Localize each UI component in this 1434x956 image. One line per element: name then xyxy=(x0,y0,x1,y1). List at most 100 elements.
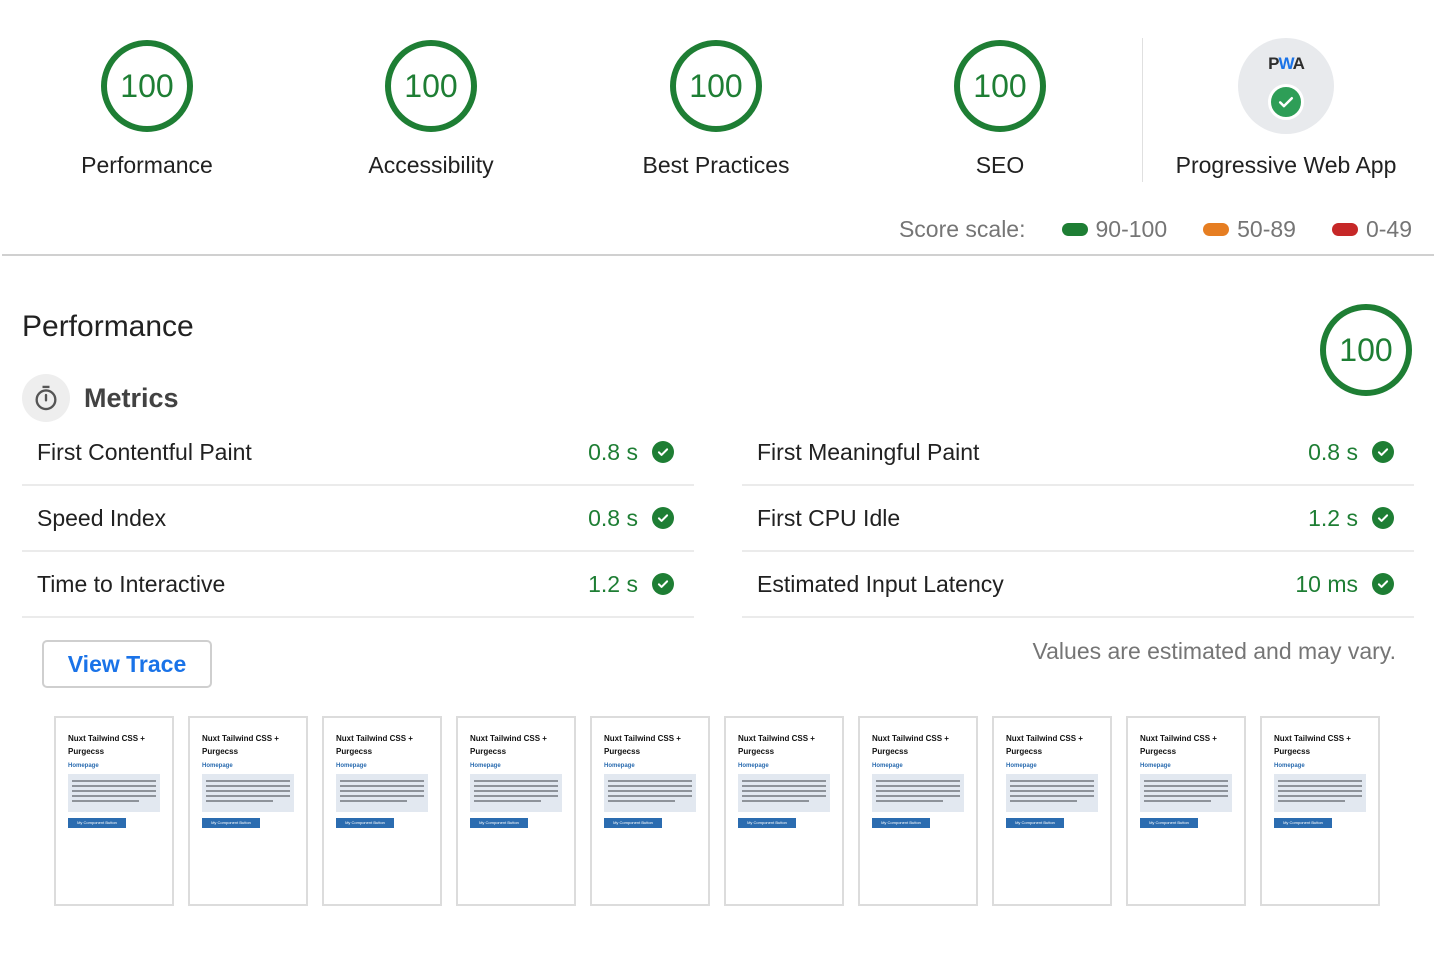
frame-link: Homepage xyxy=(604,763,635,769)
gauge-accessibility[interactable]: 100 Accessibility xyxy=(291,40,571,179)
score-ring: 100 xyxy=(1320,304,1412,396)
metric-row: First Contentful Paint 0.8 s xyxy=(22,420,694,486)
gauge-performance[interactable]: 100 Performance xyxy=(7,40,287,179)
frame-button: My Component Button xyxy=(336,818,394,828)
metrics-header: Metrics xyxy=(22,374,179,422)
frame-text-block xyxy=(1140,774,1232,812)
score-scale: Score scale: 90-100 50-89 0-49 xyxy=(899,216,1412,243)
metric-label: Speed Index xyxy=(37,504,167,531)
score-scale-label: Score scale: xyxy=(898,216,1026,242)
filmstrip-frame: Nuxt Tailwind CSS + Purgecss Homepage My C… xyxy=(992,716,1112,906)
metric-label: First Meaningful Paint xyxy=(757,438,980,465)
performance-score-gauge: 100 xyxy=(1320,304,1412,396)
filmstrip-frame: Nuxt Tailwind CSS + Purgecss Homepage My C… xyxy=(858,716,978,906)
frame-text-block xyxy=(738,774,830,812)
metric-row: First Meaningful Paint 0.8 s xyxy=(742,420,1414,486)
frame-title: Nuxt Tailwind CSS + Purgecss xyxy=(68,734,145,756)
check-circle-icon xyxy=(652,507,674,529)
metric-value: 1.2 s xyxy=(588,570,638,597)
check-circle-icon xyxy=(1372,507,1394,529)
filmstrip-frame: Nuxt Tailwind CSS + Purgecss Homepage My C… xyxy=(54,716,174,906)
frame-text-block xyxy=(202,774,294,812)
check-circle-icon xyxy=(652,441,674,463)
pass-pill-icon xyxy=(1061,223,1088,236)
frame-text-block xyxy=(336,774,428,812)
section-title: Performance xyxy=(22,310,194,343)
check-circle-icon xyxy=(1268,84,1304,120)
frame-text-block xyxy=(1006,774,1098,812)
gauge-label: Best Practices xyxy=(642,152,790,178)
filmstrip-frame: Nuxt Tailwind CSS + Purgecss Homepage My C… xyxy=(188,716,308,906)
gauge-best-practices[interactable]: 100 Best Practices xyxy=(576,40,856,179)
metric-row: First CPU Idle 1.2 s xyxy=(742,486,1414,552)
average-pill-icon xyxy=(1203,223,1230,236)
score-value: 100 xyxy=(689,67,743,104)
frame-title: Nuxt Tailwind CSS + Purgecss xyxy=(336,734,413,756)
score-value: 100 xyxy=(973,67,1027,104)
metrics-column-right: First Meaningful Paint 0.8 s First CPU I… xyxy=(742,420,1414,618)
frame-text-block xyxy=(872,774,964,812)
score-ring: 100 xyxy=(954,40,1046,132)
frame-button: My Component Button xyxy=(202,818,260,828)
metric-value: 0.8 s xyxy=(588,438,638,465)
stopwatch-icon xyxy=(22,374,70,422)
frame-link: Homepage xyxy=(1140,763,1171,769)
frame-link: Homepage xyxy=(202,763,233,769)
filmstrip-frame: Nuxt Tailwind CSS + Purgecss Homepage My C… xyxy=(1260,716,1380,906)
frame-button: My Component Button xyxy=(1006,818,1064,828)
metric-label: Time to Interactive xyxy=(37,570,226,597)
filmstrip-frame: Nuxt Tailwind CSS + Purgecss Homepage My C… xyxy=(456,716,576,906)
check-circle-icon xyxy=(1372,441,1394,463)
filmstrip-frame: Nuxt Tailwind CSS + Purgecss Homepage My C… xyxy=(590,716,710,906)
frame-button: My Component Button xyxy=(470,818,528,828)
metric-row: Estimated Input Latency 10 ms xyxy=(742,552,1414,618)
scale-pass: 90-100 xyxy=(1061,216,1167,243)
frame-link: Homepage xyxy=(1006,763,1037,769)
metric-value: 0.8 s xyxy=(588,504,638,531)
metrics-column-left: First Contentful Paint 0.8 s Speed Index… xyxy=(22,420,694,618)
frame-title: Nuxt Tailwind CSS + Purgecss xyxy=(1274,734,1351,756)
view-trace-button[interactable]: View Trace xyxy=(42,640,212,688)
check-circle-icon xyxy=(1372,573,1394,595)
gauge-label: Accessibility xyxy=(368,152,494,178)
score-ring: 100 xyxy=(670,40,762,132)
frame-text-block xyxy=(68,774,160,812)
score-value: 100 xyxy=(404,67,458,104)
scale-fail: 0-49 xyxy=(1331,216,1412,243)
filmstrip: Nuxt Tailwind CSS + Purgecss Homepage My C… xyxy=(54,716,1394,906)
frame-title: Nuxt Tailwind CSS + Purgecss xyxy=(604,734,681,756)
frame-text-block xyxy=(470,774,562,812)
gauge-label: Progressive Web App xyxy=(1175,152,1397,178)
metrics-title: Metrics xyxy=(84,382,179,413)
frame-title: Nuxt Tailwind CSS + Purgecss xyxy=(872,734,949,756)
gauge-seo[interactable]: 100 SEO xyxy=(860,40,1140,179)
score-ring: 100 xyxy=(385,40,477,132)
metric-row: Time to Interactive 1.2 s xyxy=(22,552,694,618)
frame-link: Homepage xyxy=(872,763,903,769)
frame-link: Homepage xyxy=(1274,763,1305,769)
metric-row: Speed Index 0.8 s xyxy=(22,486,694,552)
metric-value: 0.8 s xyxy=(1308,438,1358,465)
fail-pill-icon xyxy=(1331,223,1358,236)
filmstrip-frame: Nuxt Tailwind CSS + Purgecss Homepage My C… xyxy=(1126,716,1246,906)
category-summary: 100 Performance 100 Accessibility 100 Be… xyxy=(0,0,1434,200)
frame-title: Nuxt Tailwind CSS + Purgecss xyxy=(1006,734,1083,756)
metric-value: 10 ms xyxy=(1295,570,1358,597)
pwa-badge: PWA xyxy=(1238,38,1334,134)
gauge-label: Performance xyxy=(81,152,213,178)
metric-label: Estimated Input Latency xyxy=(757,570,1004,597)
frame-title: Nuxt Tailwind CSS + Purgecss xyxy=(1140,734,1217,756)
filmstrip-frame: Nuxt Tailwind CSS + Purgecss Homepage My C… xyxy=(724,716,844,906)
metrics-disclaimer: Values are estimated and may vary. xyxy=(1032,638,1397,664)
frame-button: My Component Button xyxy=(872,818,930,828)
gauge-pwa[interactable]: PWA Progressive Web App xyxy=(1146,38,1426,179)
score-value: 100 xyxy=(120,67,174,104)
frame-title: Nuxt Tailwind CSS + Purgecss xyxy=(738,734,815,756)
gauge-label: SEO xyxy=(975,152,1025,178)
check-circle-icon xyxy=(652,573,674,595)
frame-link: Homepage xyxy=(470,763,501,769)
metric-label: First Contentful Paint xyxy=(37,438,252,465)
frame-button: My Component Button xyxy=(1274,818,1332,828)
frame-link: Homepage xyxy=(738,763,769,769)
divider xyxy=(1142,38,1143,182)
